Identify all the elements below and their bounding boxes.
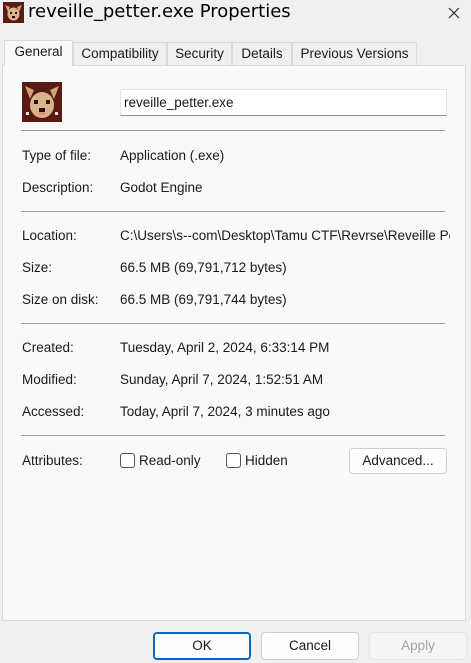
advanced-button[interactable]: Advanced... bbox=[349, 448, 447, 474]
description-label: Description: bbox=[22, 180, 94, 195]
filename-input[interactable] bbox=[120, 89, 447, 116]
close-icon bbox=[448, 7, 459, 19]
size-value: 66.5 MB (69,791,712 bytes) bbox=[120, 260, 287, 275]
close-button[interactable] bbox=[436, 0, 471, 26]
application-file-icon bbox=[22, 82, 62, 122]
location-value: C:\Users\s--com\Desktop\Tamu CTF\Revrse\… bbox=[120, 228, 450, 243]
size-on-disk-label: Size on disk: bbox=[22, 292, 99, 307]
window-title: reveille_petter.exe Properties bbox=[28, 1, 291, 22]
tab-previous-versions[interactable]: Previous Versions bbox=[292, 42, 417, 65]
size-on-disk-value: 66.5 MB (69,791,744 bytes) bbox=[120, 292, 287, 307]
separator bbox=[21, 130, 445, 131]
accessed-value: Today, April 7, 2024, 3 minutes ago bbox=[120, 404, 330, 419]
separator bbox=[21, 435, 445, 436]
size-label: Size: bbox=[22, 260, 53, 275]
tab-compatibility[interactable]: Compatibility bbox=[73, 42, 167, 65]
modified-value: Sunday, April 7, 2024, 1:52:51 AM bbox=[120, 372, 324, 387]
hidden-checkbox-label[interactable]: Hidden bbox=[245, 452, 288, 470]
created-value: Tuesday, April 2, 2024, 6:33:14 PM bbox=[120, 340, 330, 355]
hidden-checkbox[interactable] bbox=[226, 453, 241, 468]
location-label: Location: bbox=[22, 228, 77, 243]
readonly-checkbox[interactable] bbox=[120, 453, 135, 468]
dog-face-icon bbox=[3, 2, 24, 23]
cancel-button[interactable]: Cancel bbox=[261, 632, 359, 660]
tab-details[interactable]: Details bbox=[232, 42, 292, 65]
apply-button[interactable]: Apply bbox=[369, 632, 467, 660]
separator bbox=[21, 211, 445, 212]
created-label: Created: bbox=[22, 340, 74, 355]
description-value: Godot Engine bbox=[120, 180, 203, 195]
separator bbox=[21, 323, 445, 324]
readonly-checkbox-label[interactable]: Read-only bbox=[139, 452, 201, 470]
type-of-file-label: Type of file: bbox=[22, 148, 92, 163]
ok-button[interactable]: OK bbox=[153, 632, 251, 660]
modified-label: Modified: bbox=[22, 372, 77, 387]
attributes-label: Attributes: bbox=[22, 453, 83, 468]
accessed-label: Accessed: bbox=[22, 404, 85, 419]
tab-general[interactable]: General bbox=[4, 40, 73, 66]
type-of-file-value: Application (.exe) bbox=[120, 148, 225, 163]
title-bar: reveille_petter.exe Properties bbox=[0, 0, 471, 26]
tab-security[interactable]: Security bbox=[167, 42, 232, 65]
tab-bar: General Compatibility Security Details P… bbox=[0, 40, 471, 66]
